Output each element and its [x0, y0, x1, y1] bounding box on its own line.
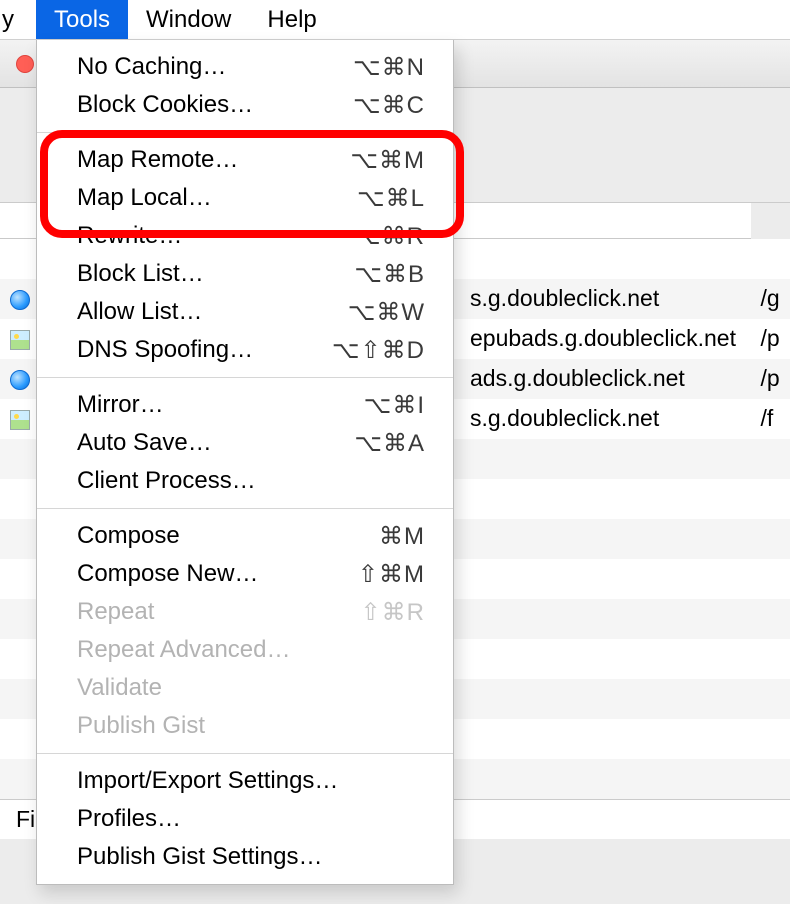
menu-item-label: Rewrite… — [77, 222, 182, 250]
menu-item-shortcut: ⌥⌘L — [357, 184, 425, 213]
row-path-cell: /p — [751, 359, 790, 399]
menu-item-profiles[interactable]: Profiles… — [37, 800, 453, 838]
menu-item-label: Compose — [77, 522, 180, 550]
globe-icon — [10, 290, 30, 310]
menu-item-shortcut: ⌥⇧⌘D — [332, 336, 425, 365]
menu-item-block-list[interactable]: Block List… ⌥⌘B — [37, 255, 453, 293]
menu-item-repeat-advanced: Repeat Advanced… — [37, 631, 453, 669]
menu-item-label: Allow List… — [77, 298, 202, 326]
menu-item-publish-gist-settings[interactable]: Publish Gist Settings… — [37, 838, 453, 876]
menu-item-label: Map Local… — [77, 184, 212, 212]
menu-item-label: DNS Spoofing… — [77, 336, 253, 364]
menu-item-allow-list[interactable]: Allow List… ⌥⌘W — [37, 293, 453, 331]
menu-item-label: Import/Export Settings… — [77, 767, 338, 795]
menu-item-compose-new[interactable]: Compose New… ⇧⌘M — [37, 555, 453, 593]
row-path-cell: /g — [751, 279, 790, 319]
filter-label: Fi — [16, 806, 35, 833]
menu-item-shortcut: ⌥⌘R — [353, 222, 425, 251]
row-path-cell — [751, 519, 790, 559]
image-icon — [10, 330, 30, 350]
menu-item-label: Mirror… — [77, 391, 164, 419]
menu-item-label: Repeat Advanced… — [77, 636, 290, 664]
menu-item-shortcut: ⌥⌘A — [354, 429, 425, 458]
menu-item-dns-spoofing[interactable]: DNS Spoofing… ⌥⇧⌘D — [37, 331, 453, 369]
menu-item-shortcut: ⌥⌘C — [353, 91, 425, 120]
menu-item-publish-gist: Publish Gist — [37, 707, 453, 745]
menu-item-label: Block Cookies… — [77, 91, 253, 119]
menu-item-rewrite[interactable]: Rewrite… ⌥⌘R — [37, 217, 453, 255]
menu-item-label: Repeat — [77, 598, 154, 626]
menu-item-mirror[interactable]: Mirror… ⌥⌘I — [37, 386, 453, 424]
menu-item-block-cookies[interactable]: Block Cookies… ⌥⌘C — [37, 86, 453, 124]
menu-item-label: Publish Gist — [77, 712, 205, 740]
row-path-cell: /p — [751, 319, 790, 359]
menu-item-shortcut: ⇧⌘M — [358, 560, 425, 589]
menubar-item-help[interactable]: Help — [249, 0, 334, 39]
row-path-cell — [751, 479, 790, 519]
menu-item-map-local[interactable]: Map Local… ⌥⌘L — [37, 179, 453, 217]
row-path-cell — [751, 559, 790, 599]
menu-item-shortcut: ⌘M — [379, 522, 425, 551]
row-path-cell — [751, 239, 790, 279]
tools-menu: No Caching… ⌥⌘N Block Cookies… ⌥⌘C Map Remot… — [36, 40, 454, 885]
row-path-cell — [751, 599, 790, 639]
image-icon — [10, 410, 30, 430]
globe-icon — [10, 370, 30, 390]
menubar-item-tools[interactable]: Tools — [36, 0, 128, 39]
menu-item-shortcut: ⇧⌘R — [361, 598, 425, 627]
menubar-item-window[interactable]: Window — [128, 0, 249, 39]
menu-item-client-process[interactable]: Client Process… — [37, 462, 453, 500]
close-traffic-light-icon[interactable] — [16, 55, 34, 73]
row-path-cell — [751, 679, 790, 719]
menu-item-shortcut: ⌥⌘I — [364, 391, 425, 420]
menu-item-label: Client Process… — [77, 467, 256, 495]
menu-item-label: Publish Gist Settings… — [77, 843, 322, 871]
menu-item-validate: Validate — [37, 669, 453, 707]
menu-item-label: Block List… — [77, 260, 204, 288]
menu-item-label: Profiles… — [77, 805, 181, 833]
menu-item-label: Compose New… — [77, 560, 258, 588]
menu-item-map-remote[interactable]: Map Remote… ⌥⌘M — [37, 141, 453, 179]
row-path-cell — [751, 439, 790, 479]
menubar: y Tools Window Help — [0, 0, 790, 40]
menu-item-shortcut: ⌥⌘M — [350, 146, 425, 175]
menubar-truncated-left: y — [0, 0, 36, 39]
menu-item-label: Auto Save… — [77, 429, 212, 457]
menu-item-shortcut: ⌥⌘W — [348, 298, 425, 327]
menu-item-import-export-settings[interactable]: Import/Export Settings… — [37, 762, 453, 800]
menu-item-compose[interactable]: Compose ⌘M — [37, 517, 453, 555]
menu-item-label: Validate — [77, 674, 162, 702]
row-path-cell — [751, 719, 790, 759]
row-path-cell: /f — [751, 399, 790, 439]
menu-item-shortcut: ⌥⌘N — [353, 53, 425, 82]
row-path-cell — [751, 759, 790, 799]
menu-item-label: Map Remote… — [77, 146, 238, 174]
menu-item-repeat: Repeat ⇧⌘R — [37, 593, 453, 631]
menu-item-label: No Caching… — [77, 53, 226, 81]
menu-item-auto-save[interactable]: Auto Save… ⌥⌘A — [37, 424, 453, 462]
menu-item-no-caching[interactable]: No Caching… ⌥⌘N — [37, 48, 453, 86]
menu-item-shortcut: ⌥⌘B — [354, 260, 425, 289]
row-path-cell — [751, 639, 790, 679]
